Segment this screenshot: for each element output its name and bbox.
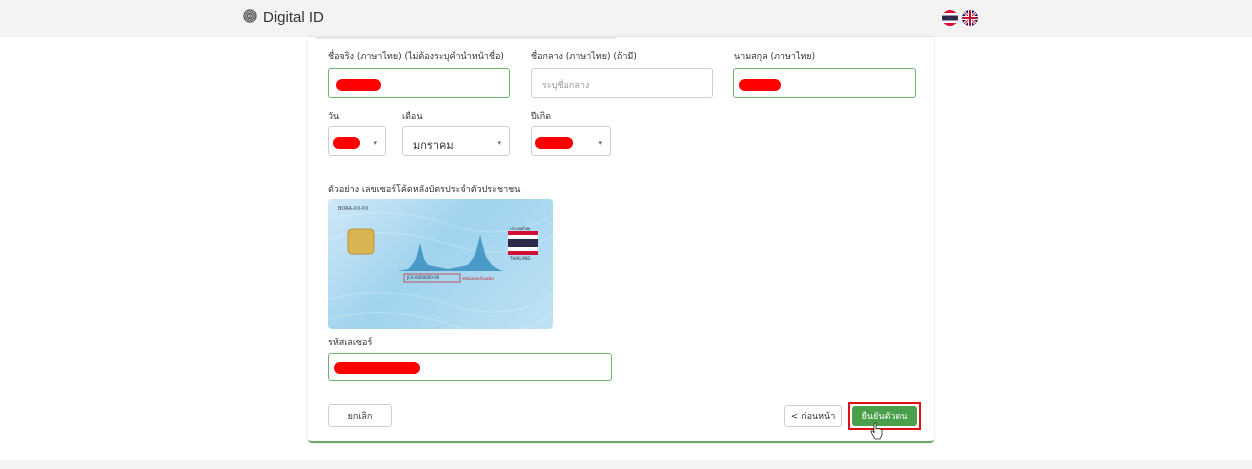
- middle-name-placeholder: ระบุชื่อกลาง: [542, 81, 590, 91]
- year-label: ปีเกิด: [531, 112, 552, 122]
- middle-name-label: ชื่อกลาง (ภาษาไทย) (ถ้ามี): [531, 52, 637, 62]
- hand-cursor-icon: [870, 422, 884, 444]
- app-title: Digital ID: [263, 9, 324, 26]
- card-country-thai: ประเทศไทย: [510, 226, 531, 231]
- fingerprint-icon: [243, 8, 257, 27]
- redaction-mark: [334, 362, 420, 374]
- middle-name-field[interactable]: ระบุชื่อกลาง: [531, 68, 713, 98]
- day-select[interactable]: ▾: [328, 126, 386, 156]
- chevron-down-icon: ▾: [373, 139, 377, 147]
- chevron-down-icon: ▾: [598, 139, 602, 147]
- card-country-en: THAILAND: [510, 256, 531, 261]
- redaction-mark: [535, 137, 573, 149]
- top-bar: [0, 0, 1252, 37]
- card-example-label: ตัวอย่าง เลขเซอร์โค้ดหลังบัตรประจำตัวประ…: [328, 185, 521, 195]
- first-name-field[interactable]: [328, 68, 510, 98]
- uk-flag-icon[interactable]: [962, 10, 978, 26]
- redaction-mark: [333, 137, 360, 149]
- laser-code-label: รหัสเลเซอร์: [328, 338, 373, 348]
- thai-flag-icon[interactable]: [942, 10, 958, 26]
- card-top-code: BORA-XX-XX: [338, 206, 369, 212]
- month-select[interactable]: มกราคม ▾: [402, 126, 510, 156]
- redaction-mark: [336, 79, 381, 91]
- cancel-button[interactable]: ยกเลิก: [328, 404, 392, 427]
- card-top-divider: [316, 37, 616, 39]
- laser-code-field[interactable]: [328, 353, 612, 381]
- day-label: วัน: [328, 112, 340, 122]
- redaction-mark: [739, 79, 781, 91]
- card-laser-code: JC0-0000000-00: [407, 275, 440, 280]
- card-laser-caption: รหัสเลเซอร์บนบัตร: [462, 276, 495, 281]
- footer-strip: [0, 460, 1252, 469]
- month-value: มกราคม: [413, 139, 454, 152]
- last-name-label: นามสกุล (ภาษาไทย): [734, 52, 816, 62]
- last-name-field[interactable]: [733, 68, 916, 98]
- confirm-identity-button[interactable]: ยืนยันตัวตน: [852, 406, 917, 426]
- id-card-illustration: [328, 212, 553, 329]
- brand[interactable]: Digital ID: [243, 8, 324, 27]
- year-select[interactable]: ▾: [531, 126, 611, 156]
- month-label: เดือน: [402, 112, 423, 122]
- language-switcher: [942, 10, 978, 26]
- first-name-label: ชื่อจริง (ภาษาไทย) (ไม่ต้องระบุคำนำหน้าช…: [328, 52, 504, 62]
- previous-button[interactable]: < ก่อนหน้า: [784, 405, 842, 427]
- chevron-down-icon: ▾: [497, 139, 501, 147]
- id-card-back-example: BORA-XX-XX ประเทศไทย THAILAND JC0-000000…: [328, 199, 553, 329]
